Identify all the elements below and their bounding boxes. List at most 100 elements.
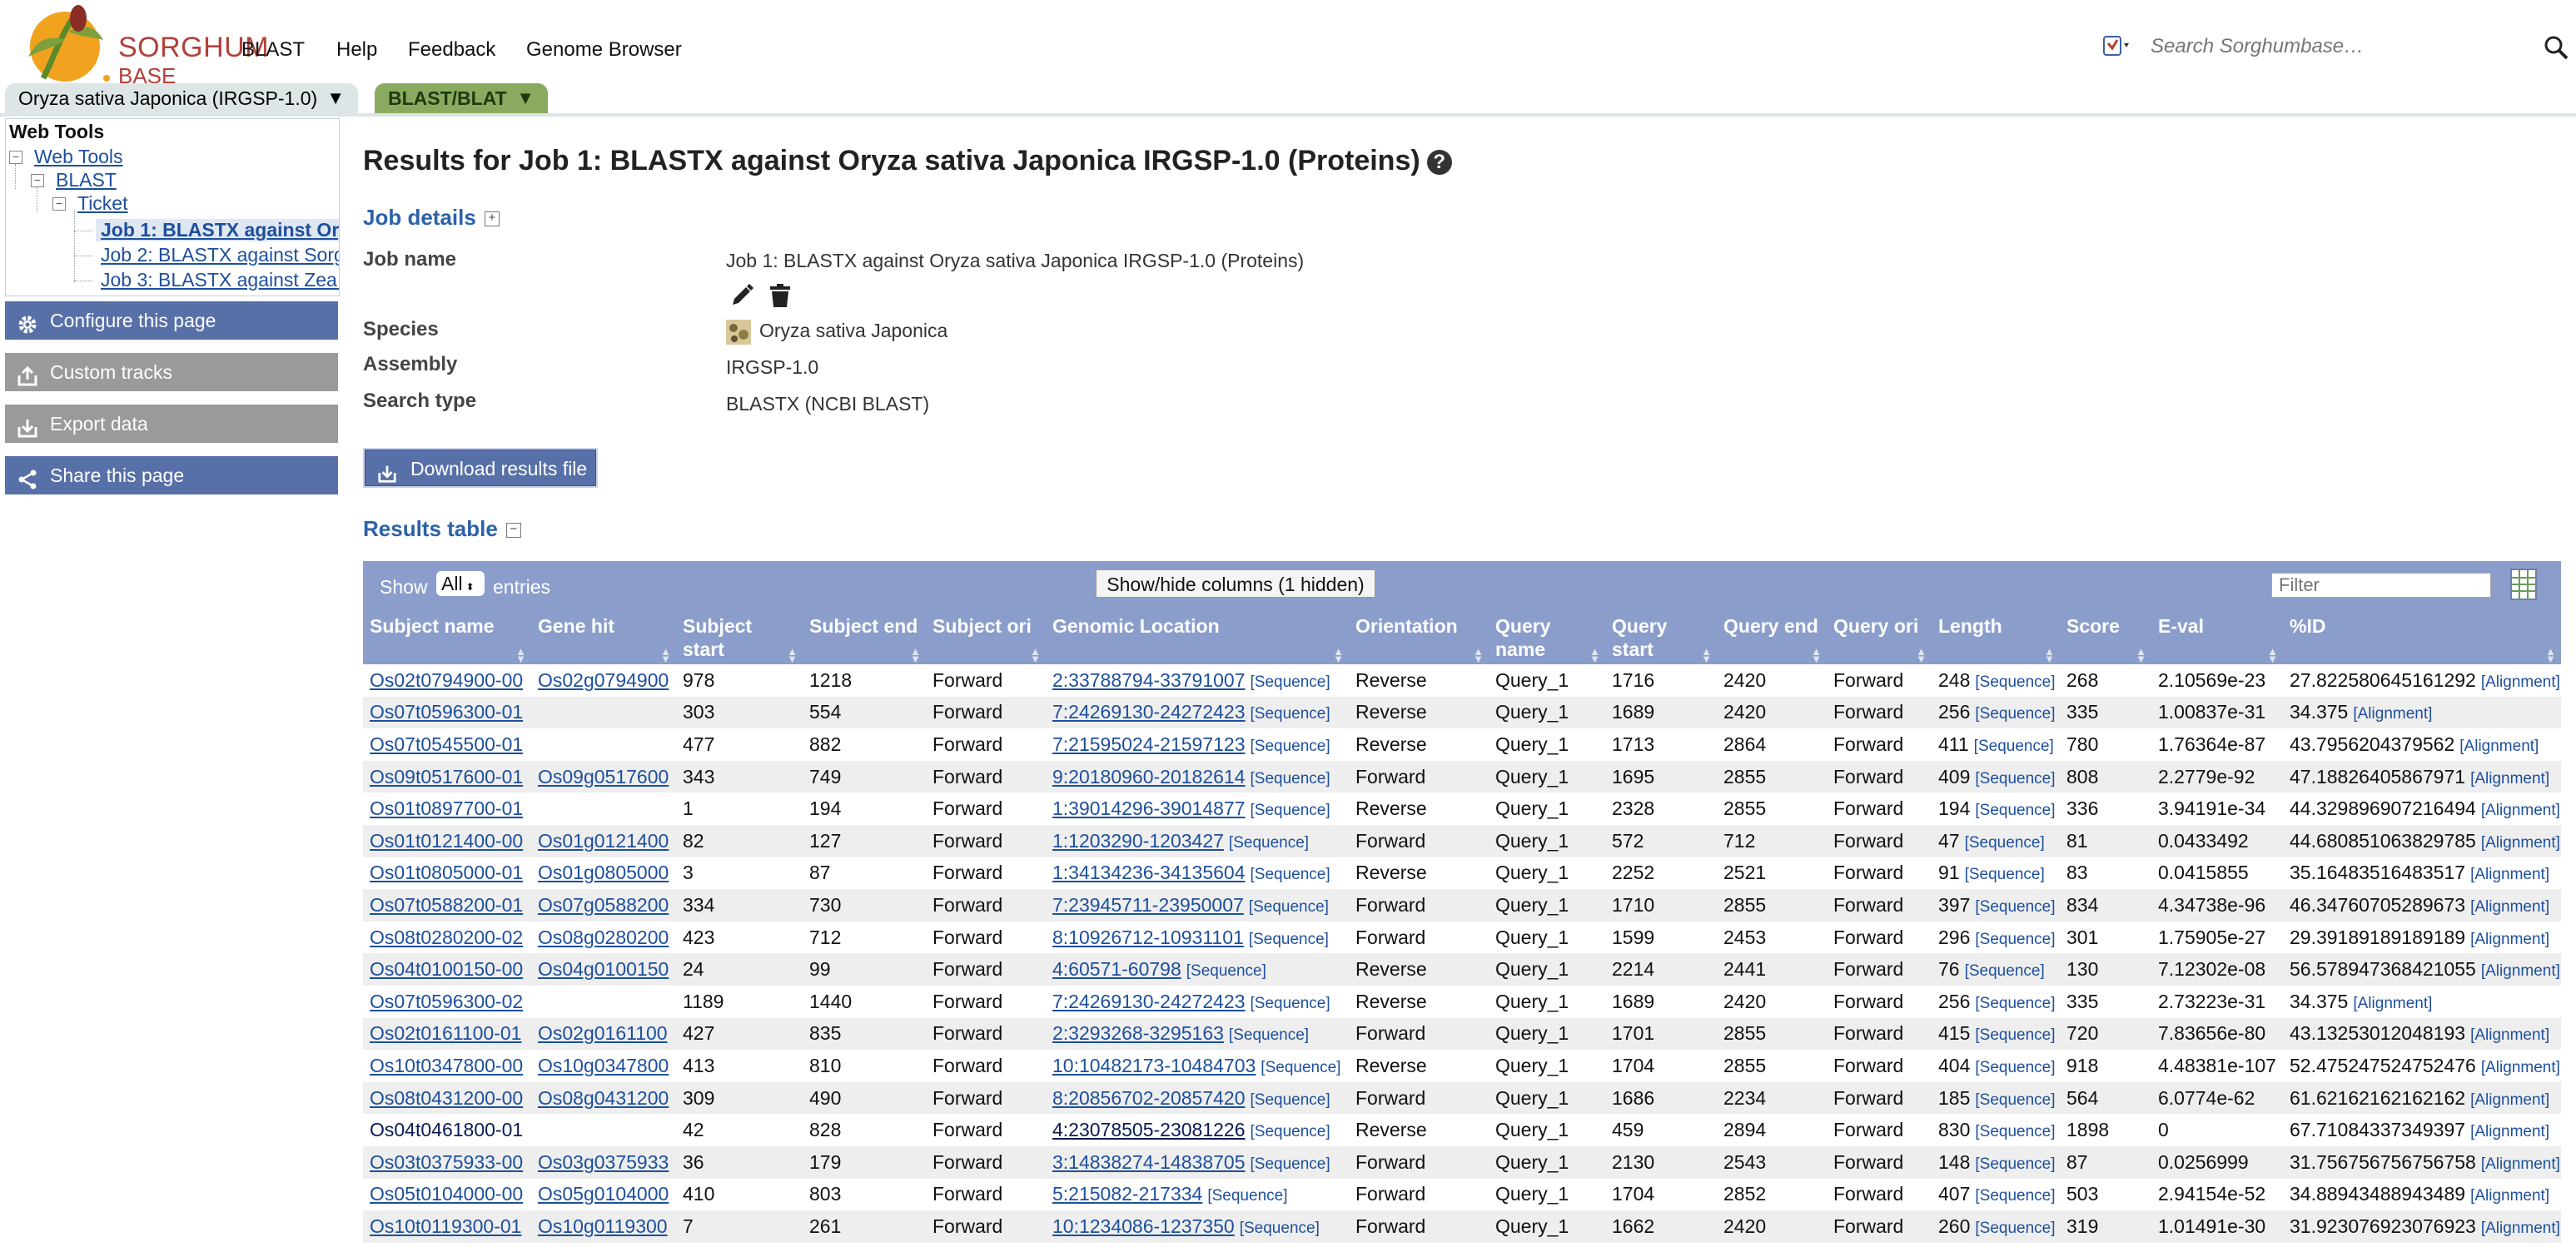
gene-link[interactable]: Os01g0121400 — [538, 830, 669, 852]
sequence-link[interactable]: [Sequence] — [1975, 673, 2055, 691]
blast-blat-tab[interactable]: BLAST/BLAT ▼ — [375, 83, 548, 113]
alignment-link[interactable]: [Alignment] — [2470, 866, 2549, 883]
tree-item-job-1[interactable]: Job 1: BLASTX against Oryza sativa Japon… — [96, 219, 339, 241]
sequence-link[interactable]: [Sequence] — [1975, 995, 2055, 1012]
sorghumbase-logo[interactable]: SORGHUM BASE — [10, 3, 269, 88]
sort-icon[interactable]: ▲ ▼ — [1811, 646, 1822, 664]
location-link[interactable]: 2:33788794-33791007 — [1052, 669, 1246, 691]
expand-icon[interactable]: + — [484, 211, 500, 227]
delete-icon[interactable] — [768, 283, 793, 308]
sequence-link[interactable]: [Sequence] — [1975, 802, 2055, 819]
sequence-link[interactable]: [Sequence] — [1975, 770, 2055, 787]
subject-link[interactable]: Os07t0596300-01 — [370, 701, 523, 723]
cell-subject-name[interactable]: Os10t0119300-01 — [363, 1210, 531, 1243]
sequence-link[interactable]: [Sequence] — [1261, 1059, 1340, 1076]
tree-item-job-3[interactable]: Job 3: BLASTX against Zea mays — [101, 269, 339, 291]
export-spreadsheet-icon[interactable] — [2509, 568, 2538, 601]
cell-gene-hit[interactable]: Os01g0121400 — [531, 824, 676, 857]
cell-gene-hit[interactable]: Os07g0588200 — [531, 889, 676, 922]
alignment-link[interactable]: [Alignment] — [2470, 1091, 2549, 1109]
sequence-link[interactable]: [Sequence] — [1249, 898, 1329, 916]
alignment-link[interactable]: [Alignment] — [2470, 898, 2549, 916]
species-tab[interactable]: Oryza sativa Japonica (IRGSP-1.0) ▼ — [5, 83, 358, 113]
tree-item-job-2[interactable]: Job 2: BLASTX against Sorghum bicolor — [101, 244, 339, 266]
collapse-icon[interactable]: − — [9, 151, 22, 164]
sequence-link[interactable]: [Sequence] — [1249, 931, 1329, 948]
sequence-link[interactable]: [Sequence] — [1975, 1059, 2055, 1076]
sort-icon[interactable]: ▲ ▼ — [787, 646, 798, 664]
location-link[interactable]: 1:39014296-39014877 — [1052, 797, 1246, 819]
column-header-subject-name[interactable]: Subject name ▲ ▼ — [363, 609, 531, 664]
sequence-link[interactable]: [Sequence] — [1975, 1026, 2055, 1044]
cell-subject-name[interactable]: Os01t0121400-00 — [363, 824, 531, 857]
location-link[interactable]: 7:24269130-24272423 — [1052, 991, 1246, 1012]
cell-genomic-location[interactable]: 7:21595024-21597123 [Sequence] — [1046, 728, 1349, 761]
species-dropdown-icon[interactable]: ▼ — [326, 83, 345, 113]
sequence-link[interactable]: [Sequence] — [1207, 1187, 1287, 1205]
sequence-link[interactable]: [Sequence] — [1974, 738, 2054, 755]
nav-genome-browser-link[interactable]: Genome Browser — [526, 38, 682, 62]
sequence-link[interactable]: [Sequence] — [1965, 962, 2045, 980]
alignment-link[interactable]: [Alignment] — [2481, 802, 2560, 819]
location-link[interactable]: 10:10482173-10484703 — [1052, 1055, 1256, 1076]
cell-gene-hit[interactable]: Os09g0517600 — [531, 760, 676, 793]
sort-icon[interactable]: ▲ ▼ — [2545, 646, 2556, 664]
location-link[interactable]: 10:1234086-1237350 — [1052, 1215, 1235, 1237]
sequence-link[interactable]: [Sequence] — [1240, 1220, 1320, 1237]
cell-gene-hit[interactable]: Os05g0104000 — [531, 1178, 676, 1211]
gene-link[interactable]: Os03g0375933 — [538, 1151, 669, 1173]
cell-gene-hit[interactable]: Os04g0100150 — [531, 953, 676, 986]
help-icon[interactable]: ? — [1426, 150, 1452, 176]
location-link[interactable]: 7:23945711-23950007 — [1052, 894, 1244, 916]
column-header-subject-start[interactable]: Subject start ▲ ▼ — [676, 609, 803, 664]
gene-link[interactable]: Os02g0794900 — [538, 669, 669, 691]
sort-icon[interactable]: ▲ ▼ — [2044, 646, 2055, 664]
alignment-link[interactable]: [Alignment] — [2470, 931, 2549, 948]
sequence-link[interactable]: [Sequence] — [1251, 1091, 1330, 1109]
cell-gene-hit[interactable]: Os10g0347800 — [531, 1050, 676, 1082]
sequence-link[interactable]: [Sequence] — [1975, 1123, 2055, 1140]
cell-subject-name[interactable]: Os08t0431200-00 — [363, 1081, 531, 1115]
location-link[interactable]: 8:10926712-10931101 — [1052, 927, 1244, 948]
gene-link[interactable]: Os10g0119300 — [538, 1215, 668, 1237]
cell-genomic-location[interactable]: 1:39014296-39014877 [Sequence] — [1046, 792, 1349, 825]
alignment-link[interactable]: [Alignment] — [2481, 962, 2560, 980]
sort-icon[interactable]: ▲ ▼ — [910, 646, 921, 664]
column-header-gene-hit[interactable]: Gene hit ▲ ▼ — [531, 609, 676, 664]
cell-genomic-location[interactable]: 7:24269130-24272423 [Sequence] — [1046, 985, 1349, 1018]
subject-link[interactable]: Os01t0897700-01 — [370, 797, 523, 819]
cell-genomic-location[interactable]: 2:33788794-33791007 [Sequence] — [1046, 664, 1349, 697]
column-header-query-end[interactable]: Query end ▲ ▼ — [1717, 609, 1827, 664]
cell-genomic-location[interactable]: 1:34134236-34135604 [Sequence] — [1046, 857, 1349, 890]
column-header-subject-end[interactable]: Subject end ▲ ▼ — [803, 609, 926, 664]
sequence-link[interactable]: [Sequence] — [1186, 962, 1266, 980]
subject-link[interactable]: Os01t0805000-01 — [370, 862, 523, 883]
search-scope-dropdown-icon[interactable] — [2102, 33, 2131, 58]
cell-genomic-location[interactable]: 8:10926712-10931101 [Sequence] — [1046, 921, 1349, 954]
location-link[interactable]: 4:60571-60798 — [1052, 958, 1181, 980]
sequence-link[interactable]: [Sequence] — [1965, 834, 2045, 852]
column-header-e-val[interactable]: E-val ▲ ▼ — [2151, 609, 2283, 664]
alignment-link[interactable]: [Alignment] — [2481, 834, 2560, 852]
location-link[interactable]: 1:34134236-34135604 — [1052, 862, 1246, 883]
column-header-query-start[interactable]: Query start ▲ ▼ — [1605, 609, 1717, 664]
location-link[interactable]: 1:1203290-1203427 — [1052, 830, 1224, 852]
cell-genomic-location[interactable]: 7:24269130-24272423 [Sequence] — [1046, 696, 1349, 729]
cell-subject-name[interactable]: Os08t0280200-02 — [363, 921, 531, 954]
cell-subject-name[interactable]: Os09t0517600-01 — [363, 760, 531, 793]
alignment-link[interactable]: [Alignment] — [2353, 995, 2432, 1012]
gene-link[interactable]: Os05g0104000 — [538, 1183, 669, 1205]
cell-genomic-location[interactable]: 5:215082-217334 [Sequence] — [1046, 1178, 1349, 1211]
cell-subject-name[interactable]: Os01t0897700-01 — [363, 792, 531, 825]
sequence-link[interactable]: [Sequence] — [1251, 738, 1330, 755]
cell-genomic-location[interactable]: 10:10482173-10484703 [Sequence] — [1046, 1050, 1349, 1082]
cell-gene-hit[interactable] — [531, 1114, 676, 1146]
cell-subject-name[interactable]: Os04t0461800-01 — [363, 1114, 531, 1146]
sort-icon[interactable]: ▲ ▼ — [1701, 646, 1712, 664]
blast-dropdown-icon[interactable]: ▼ — [516, 83, 535, 113]
sequence-link[interactable]: [Sequence] — [1975, 1155, 2055, 1173]
cell-subject-name[interactable]: Os01t0805000-01 — [363, 857, 531, 890]
cell-genomic-location[interactable]: 4:60571-60798 [Sequence] — [1046, 953, 1349, 986]
sequence-link[interactable]: [Sequence] — [1251, 866, 1330, 883]
alignment-link[interactable]: [Alignment] — [2470, 770, 2549, 787]
